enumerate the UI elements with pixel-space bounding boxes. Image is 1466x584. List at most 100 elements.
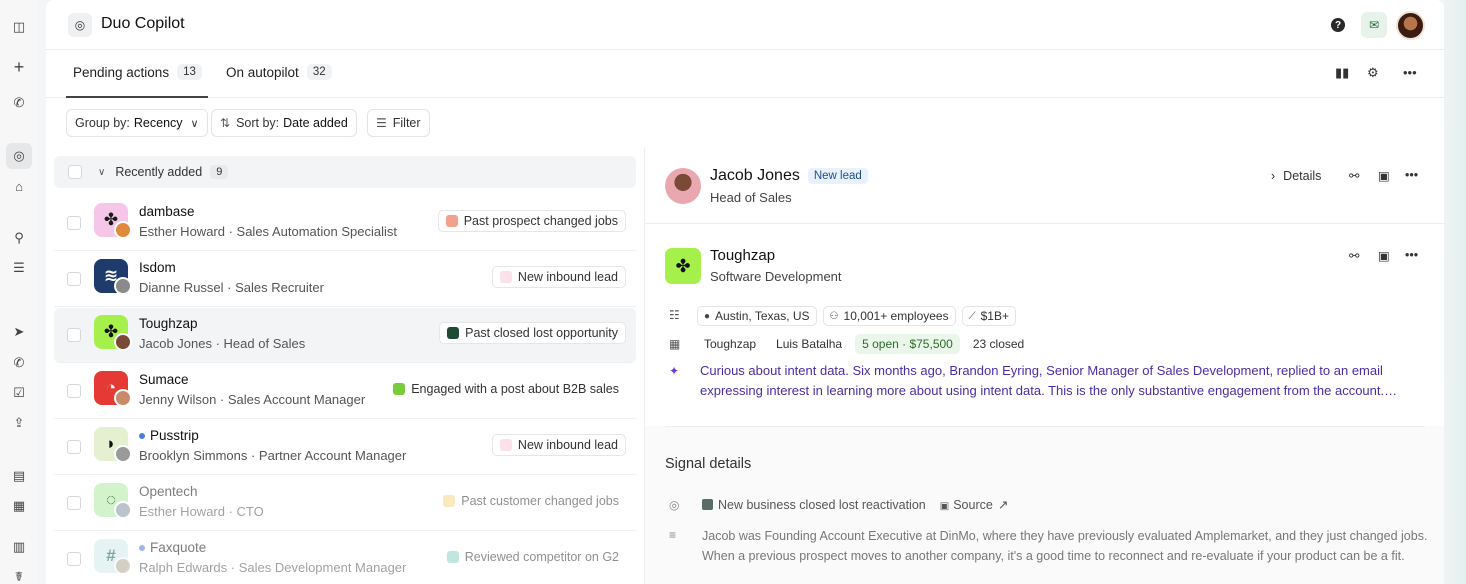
signal-tag: New inbound lead — [491, 266, 626, 288]
signal-details-section: Signal details ◎ New business closed los… — [645, 426, 1444, 584]
row-checkbox[interactable] — [67, 440, 81, 454]
lead-name-row: Jacob Jones New lead — [710, 167, 868, 185]
person-title: Brooklyn Simmons · Partner Account Manag… — [139, 448, 407, 463]
phone-icon[interactable]: ✆ — [10, 94, 28, 112]
gear-icon[interactable]: ⚙ — [1367, 65, 1379, 81]
signal-tag: Past closed lost opportunity — [439, 322, 626, 344]
row-checkbox[interactable] — [67, 552, 81, 566]
company-name: Toughzap — [710, 247, 776, 264]
signal-type-icon: ◎ — [669, 498, 680, 512]
list-item[interactable]: ◗ Pusstrip Brooklyn Simmons · Partner Ac… — [54, 420, 636, 475]
list-item[interactable]: ◌ Opentech Esther Howard · CTO Past cust… — [54, 476, 636, 531]
tab-on-autopilot[interactable]: On autopilot 32 — [226, 64, 332, 80]
filter-label: Filter — [392, 116, 421, 130]
list-item[interactable]: ≋ Isdom Dianne Russel · Sales Recruiter … — [54, 252, 636, 307]
location-chip: ● Austin, Texas, US — [697, 306, 817, 326]
row-checkbox[interactable] — [67, 216, 81, 230]
ai-summary[interactable]: Curious about intent data. Six months ag… — [700, 361, 1430, 401]
company-name: Isdom — [139, 260, 176, 275]
copilot-icon[interactable]: ◎ — [6, 143, 32, 169]
user-avatar[interactable] — [1396, 11, 1425, 40]
search-icon[interactable]: ⚲ — [10, 229, 28, 247]
hubspot-icon[interactable]: ⚯ — [1349, 168, 1359, 183]
help-icon[interactable]: ? — [1331, 18, 1345, 32]
group-checkbox[interactable] — [68, 165, 82, 179]
revenue-chip: ⟋ $1B+ — [961, 306, 1016, 326]
group-by-prefix: Group by: — [75, 116, 130, 130]
building-icon[interactable]: ▦ — [10, 497, 28, 515]
owner-chip[interactable]: Luis Batalha — [769, 334, 850, 354]
person-avatar — [114, 501, 132, 519]
filter-button[interactable]: ☰ Filter — [367, 109, 430, 137]
more-icon[interactable]: ••• — [1403, 65, 1417, 80]
bar-chart-icon[interactable]: ▮▮ — [1335, 65, 1349, 81]
sort-by-prefix: Sort by: — [236, 116, 280, 130]
tag-swatch — [445, 215, 458, 227]
chevron-down-icon[interactable]: ∨ — [98, 167, 105, 178]
window-edge — [1444, 0, 1466, 584]
crm-account-chip[interactable]: Toughzap — [697, 334, 764, 354]
people-icon: ⚇ — [829, 310, 839, 322]
phone-2-icon[interactable]: ✆ — [10, 354, 28, 372]
map-pin-icon: ● — [704, 310, 711, 322]
trend-icon: ⟋ — [968, 310, 976, 322]
row-checkbox[interactable] — [67, 496, 81, 510]
panel-toggle-icon[interactable]: ◫ — [10, 18, 28, 36]
person-title: Jacob Jones · Head of Sales — [139, 336, 306, 351]
list-item[interactable]: ✤ Toughzap Jacob Jones · Head of Sales P… — [54, 308, 636, 363]
briefcase-icon[interactable]: ▣ — [1378, 248, 1390, 263]
row-checkbox[interactable] — [67, 328, 81, 342]
company-name: Opentech — [139, 484, 198, 499]
sort-by-button[interactable]: ⇅ Sort by: Date added — [211, 109, 357, 137]
upload-icon[interactable]: ⇪ — [10, 414, 28, 432]
tag-swatch — [393, 383, 406, 395]
row-checkbox[interactable] — [67, 384, 81, 398]
company-industry: Software Development — [710, 269, 842, 284]
unread-dot — [139, 544, 145, 551]
lead-avatar — [665, 168, 701, 204]
list-icon[interactable]: ☰ — [10, 259, 28, 277]
stethoscope-icon[interactable]: ☤ — [10, 568, 28, 584]
header: ◎ Duo Copilot ? ✉ — [46, 0, 1444, 50]
group-by-button[interactable]: Group by: Recency ∨ — [66, 109, 208, 137]
text-lines-icon: ≡ — [669, 528, 677, 542]
hubspot-icon[interactable]: ⚯ — [1349, 248, 1359, 263]
person-avatar — [114, 557, 132, 575]
signal-tag: Past customer changed jobs — [436, 490, 626, 512]
filter-icon: ☰ — [376, 116, 387, 130]
tag-swatch — [443, 495, 456, 507]
person-avatar — [114, 445, 132, 463]
list-item[interactable]: # Faxquote Ralph Edwards · Sales Develop… — [54, 532, 636, 584]
check-icon[interactable]: ☑ — [10, 384, 28, 402]
row-checkbox[interactable] — [67, 272, 81, 286]
chevron-right-icon: › — [1271, 169, 1276, 183]
details-button[interactable]: › Details — [1271, 169, 1321, 183]
group-header-recently-added[interactable]: ∨ Recently added 9 — [54, 156, 636, 188]
signal-swatch — [702, 499, 713, 510]
group-by-value: Recency — [133, 116, 183, 130]
active-tab-indicator — [66, 96, 208, 98]
person-avatar — [114, 389, 132, 407]
group-label: Recently added — [115, 165, 203, 179]
company-name: Faxquote — [139, 540, 206, 555]
person-title: Esther Howard · CTO — [139, 504, 264, 519]
open-deals-chip[interactable]: 5 open · $75,500 — [855, 334, 960, 354]
contacts-icon[interactable]: ▤ — [10, 467, 28, 485]
briefcase-icon[interactable]: ▣ — [1378, 168, 1390, 183]
inbox-check-icon[interactable]: ✉ — [1361, 12, 1387, 38]
list-item[interactable]: ✤ dambase Esther Howard · Sales Automati… — [54, 196, 636, 251]
more-icon[interactable]: ••• — [1405, 168, 1418, 182]
send-icon[interactable]: ➤ — [10, 323, 28, 341]
chart-icon[interactable]: ▥ — [10, 538, 28, 556]
tag-swatch — [446, 551, 459, 563]
closed-deals-chip[interactable]: 23 closed — [965, 334, 1032, 354]
plus-icon[interactable]: + — [10, 57, 28, 77]
building-icon: ▦ — [669, 337, 681, 351]
home-icon[interactable]: ⌂ — [10, 177, 28, 195]
tab-label: Pending actions — [73, 64, 170, 80]
list-item[interactable]: ◔ Sumace Jenny Wilson · Sales Account Ma… — [54, 364, 636, 419]
source-link[interactable]: ▣ Source ↗ — [940, 497, 1009, 512]
more-icon[interactable]: ••• — [1405, 248, 1418, 262]
crm-chips: Toughzap Luis Batalha 5 open · $75,500 2… — [697, 334, 1032, 354]
tab-pending-actions[interactable]: Pending actions 13 — [73, 64, 202, 80]
